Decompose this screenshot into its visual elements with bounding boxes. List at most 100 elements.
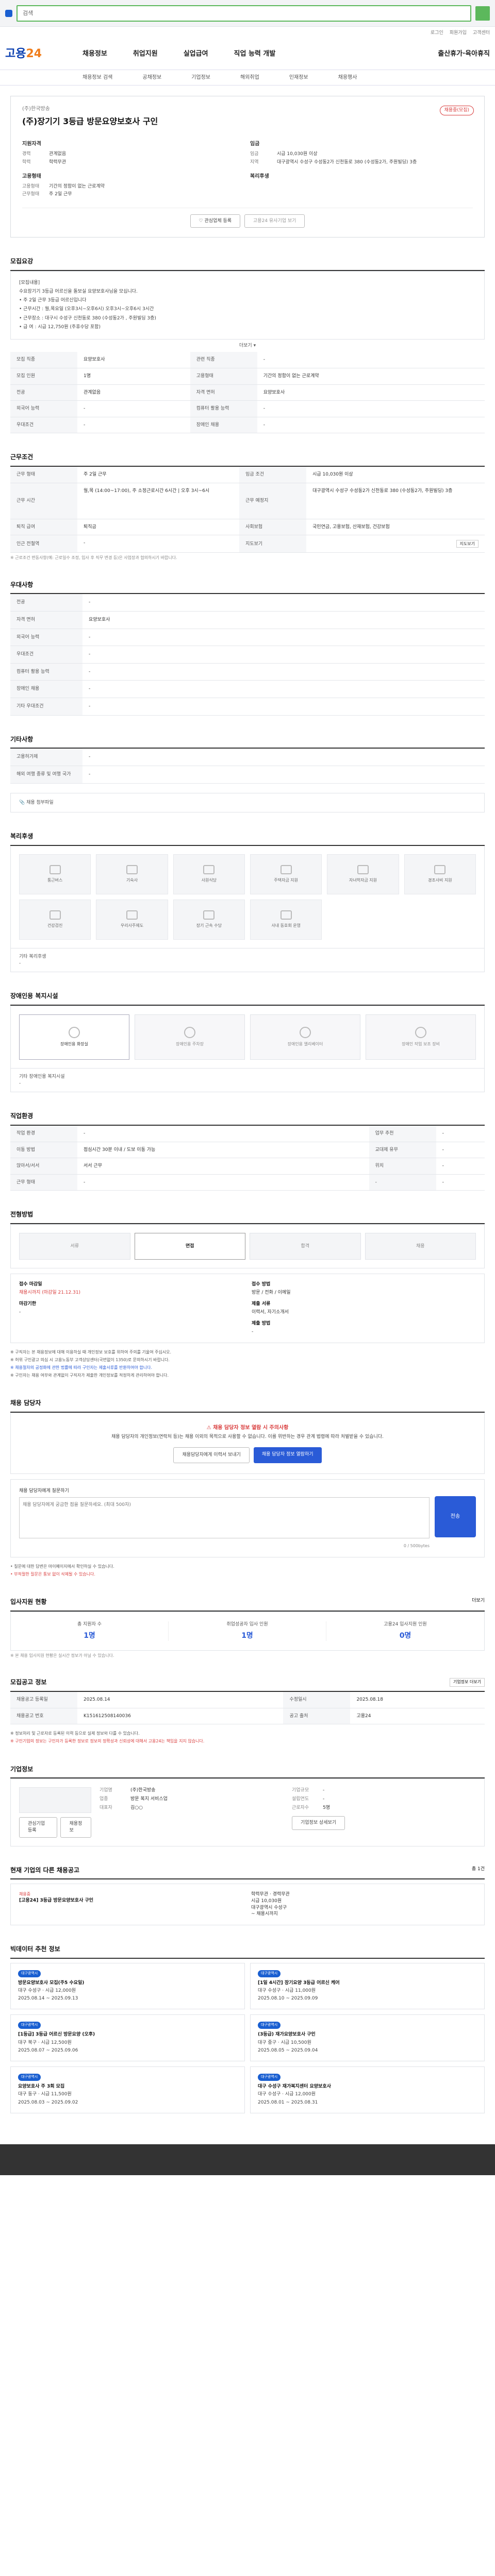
submenu-overseas[interactable]: 해외취업 [240,74,259,81]
view-contact-button[interactable]: 채용 담당자 정보 열람하기 [253,1447,322,1463]
recommend-card[interactable]: 대구광역시 요양보호사 주 3회 모집 대구 동구 · 시급 11,500원 2025… [10,2066,245,2113]
job-title: (주)장기기 3등급 방문요양보호사 구인 [22,116,158,126]
question-textarea[interactable] [19,1497,430,1539]
extra-section-title: 기타사항 [10,735,485,749]
submenu-search[interactable]: 채용정보 검색 [82,74,112,81]
recruit-table: 모집 직종 요양보호사 관련 직종 - 모집 인원 1명 고용형태 기간의 정함이 없는 근… [10,352,485,434]
similar-company-button[interactable]: 고용24 유사기업 보기 [244,214,305,228]
company-detail-button[interactable]: 기업정보 상세보기 [292,1816,345,1830]
disabled-item: 장애인용 주차장 [135,1014,245,1060]
stat-item: 취업성공자 입사 인원 1명 [169,1621,326,1641]
kv-label: 지역 [250,159,259,165]
kv-label: 근무형태 [22,192,40,197]
question-submit-button[interactable]: 전송 [435,1496,476,1537]
map-button[interactable]: 지도보기 [456,540,478,548]
school-icon [357,865,369,875]
welfare-item: 장기 근속 수당 [173,899,245,940]
gov-mark-icon [5,10,12,17]
stock-icon [126,910,138,920]
welfare-item: 사원식당 [173,854,245,894]
recommend-card[interactable]: 대구광역시 [1등급] 3등급 어르신 방문요양 (오후) 대구 북구 · 시급 1… [10,2014,245,2062]
preference-section-title: 우대사항 [10,581,485,595]
stats-more-link[interactable]: 더보기 [472,1598,485,1606]
desc-line: • 급 여 : 시급 12,750원 (주휴수당 포함) [19,324,101,330]
company-box: 관심기업 등록 채용정보 기업명 (주)한국방송 업종 방문 복지 서비스업 대표자… [10,1778,485,1846]
signup-link[interactable]: 회원가입 [450,30,467,37]
question-label: 채용 담당자에게 질문하기 [19,1488,69,1494]
posting-more-button[interactable]: 기업정보 더보기 [449,1678,485,1687]
job-name[interactable]: [고용24] 3등급 방문요양보호사 구인 [19,1897,244,1904]
kv-value: 관계없음 [49,151,67,157]
stats-note: ※ 본 채용 입사지원 현황은 실시간 정보가 아닐 수 있습니다. [10,1653,114,1658]
kv-value: 시급 10,030원 이상 [277,151,318,157]
other-job-card[interactable]: 채용중 [고용24] 3등급 방문요양보호사 구인 학력무관 · 경력무관 시급… [10,1884,485,1925]
site-logo[interactable]: 고용24 [5,46,82,62]
contact-section-title: 채용 담당자 [10,1399,485,1413]
submenu-public[interactable]: 공채정보 [142,74,161,81]
company-logo [19,1787,91,1814]
menu-training[interactable]: 직업 능력 개발 [234,49,276,59]
recommend-card[interactable]: 대구광역시 대구 수성구 재가복지센터 요양보호사 대구 수성구 · 시급 12,0… [250,2066,485,2113]
conditions-section-title: 근무조건 [10,453,485,467]
attachment-box[interactable]: 📎 채용 첨부파일 [10,792,485,813]
recruit-description: [모집내용] 수요장기기 3등급 어르신을 돌보실 요양보호사님을 모십니다. … [10,271,485,340]
bus-icon [49,865,61,875]
company-interest-button[interactable]: 관심기업 등록 [19,1817,58,1838]
conditions-table: 근무 형태 주 2일 근무 임금 조건 시급 10,030원 이상 근무 시간 월,목 … [10,467,485,553]
welfare-item: 통근버스 [19,854,91,894]
top-search-input[interactable]: 검색 [16,5,471,22]
stat-item: 고용24 입사지원 인원 0명 [384,1621,427,1640]
submenu-talent[interactable]: 인재정보 [289,74,308,81]
send-resume-button[interactable]: 채용담당자에게 이력서 보내기 [173,1447,250,1463]
dorm-icon [126,865,138,875]
wheelchair-icon [415,1027,426,1039]
disabled-item: 장애인용 엘리베이터 [250,1014,360,1060]
step-item: 면접 [134,1233,245,1260]
parking-icon [184,1027,195,1039]
disabled-section-title: 장애인용 복지시설 [10,992,485,1006]
elevator-icon [300,1027,311,1039]
desc-line: • 주 2일 근무 3등급 어르신입니다 [19,298,87,303]
disabled-etc: 기타 장애인용 복지시설 - [10,1068,485,1093]
main-menu: 채용정보 취업지원 실업급여 직업 능력 개발 출산휴가·육아휴직 [82,49,490,59]
site-banner: 검색 [0,0,495,27]
welfare-item: 주택자금 지원 [250,854,322,894]
stats-grid: 총 지원자 수 1명 취업성공자 입사 인원 1명 고용24 입사지원 인원 0명 [10,1611,485,1651]
job-summary: (주)한국방송 (주)장기기 3등급 방문요양보호사 구인 채용중(모집) 지원… [10,96,485,238]
company-section-title: 기업정보 [10,1765,485,1779]
interest-company-button[interactable]: ♡ 관심업체 등록 [190,214,241,228]
medal-icon [203,910,215,920]
posting-notes: ※ 정보처리 및 근로자로 등록된 이력 등으로 실제 정보와 다를 수 있습니… [10,1731,205,1744]
help-link[interactable]: 고객센터 [473,30,490,37]
login-link[interactable]: 로그인 [431,30,443,37]
company-name[interactable]: (주)한국방송 [22,106,473,113]
recommend-card[interactable]: 대구광역시 방문요양보호사 모집(주5 수요일) 대구 수성구 · 시급 12,00… [10,1962,245,2010]
welfare-item: 자녀학자금 지원 [327,854,399,894]
menu-leave[interactable]: 출산휴가·육아휴직 [438,49,490,59]
stats-section-title: 입사지원 현황 더보기 [10,1598,485,1612]
footer [0,2144,495,2175]
kv-label: 고용형태 [22,183,40,189]
process-notes: ※ 구직자는 본 채용정보에 대해 이용하실 때 개인정보 보호를 위하여 주의… [10,1349,172,1378]
posting-table: 채용공고 등록일 2025.08.14 수정일시 2025.08.18 채용공고 번호… [10,1692,485,1725]
step-item: 서류 [19,1233,130,1260]
kv-value: 기간의 정함이 없는 근로계약 [49,183,105,189]
menu-unemployment[interactable]: 실업급여 [184,49,208,59]
menu-jobs[interactable]: 채용정보 [82,49,107,59]
welfare-item: 기숙사 [96,854,168,894]
company-jobs-button[interactable]: 채용정보 [60,1817,91,1838]
menu-support[interactable]: 취업지원 [133,49,158,59]
welfare-etc: 기타 복리후생 - [10,948,485,973]
recommend-card[interactable]: 대구광역시 [1일 4시간] 장기요양 3등급 어르신 케어 대구 수성구 · 시급… [250,1962,485,2010]
disabled-item: 장애인 작업 보조 장비 [366,1014,476,1060]
desc-more-button[interactable]: 더보기 ▾ [10,340,485,352]
desc-line: • 근무장소 : 대구시 수성구 신천동로 380 (수성동2가 , 주원빌딩 … [19,315,156,321]
wage-heading: 임금 [250,141,260,147]
submenu-company[interactable]: 기업정보 [191,74,210,81]
process-steps: 서류 면접 합격 채용 [10,1224,485,1269]
qualification-heading: 지원자격 [22,141,41,147]
top-search-button[interactable] [475,6,490,21]
alert-icon: ⚠ [206,1425,211,1431]
submenu-event[interactable]: 채용행사 [338,74,357,81]
recommend-card[interactable]: 대구광역시 (3등급) 재가요양보호사 구인 대구 중구 · 시급 10,500원 2… [250,2014,485,2062]
